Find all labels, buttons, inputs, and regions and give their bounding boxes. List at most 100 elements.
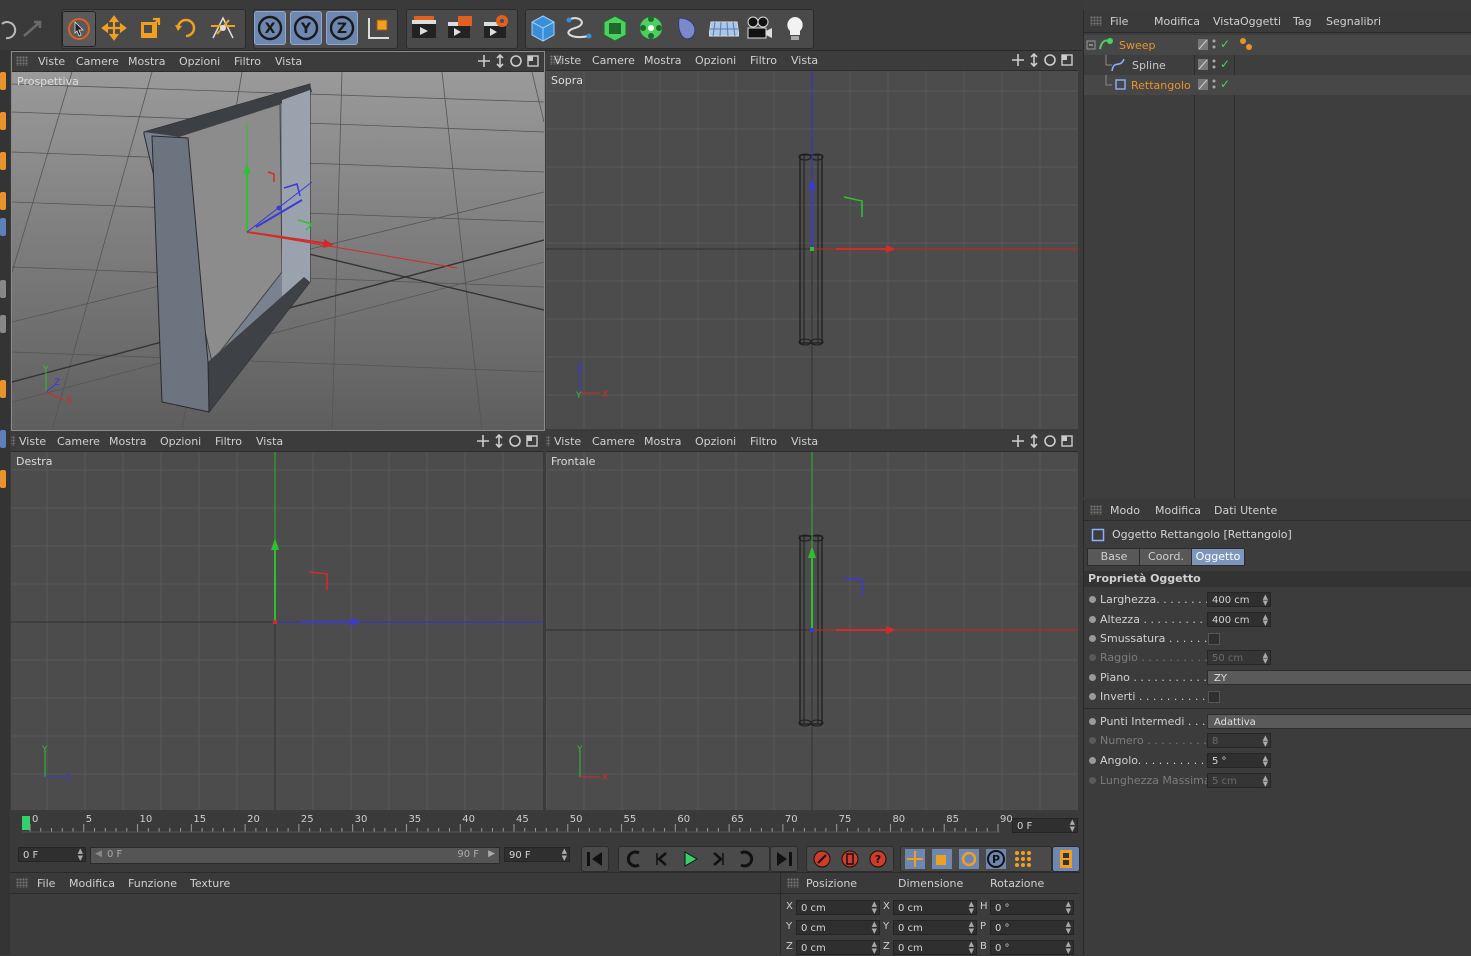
viewport-menu-item[interactable]: Vista bbox=[791, 54, 818, 67]
material-menu-item[interactable]: File bbox=[37, 877, 55, 890]
keyframe-selection-icon[interactable]: ? bbox=[868, 849, 888, 869]
object-name[interactable]: Sweep bbox=[1119, 39, 1156, 52]
position-field[interactable]: 0 cm ▲ ▼ bbox=[796, 940, 880, 955]
attribute-menu-item[interactable]: Modo bbox=[1110, 504, 1140, 517]
palette-tool-icon[interactable] bbox=[0, 152, 6, 170]
viewport-menu-item[interactable]: Viste bbox=[19, 435, 46, 448]
timeline[interactable]: 0 5 10 15 20 25 30 35 40 45 50 55 60 65 70 75 80 85 90 0 F… bbox=[10, 812, 1080, 842]
animation-dot-icon[interactable] bbox=[1089, 718, 1096, 725]
enabled-check-icon[interactable]: ✓ bbox=[1220, 77, 1230, 91]
object-name[interactable]: Rettangolo bbox=[1131, 79, 1191, 92]
animation-dot-icon[interactable] bbox=[1089, 757, 1096, 764]
cloner-icon[interactable] bbox=[634, 11, 666, 45]
spline-pen-icon[interactable] bbox=[562, 11, 594, 45]
palette-tool-icon[interactable] bbox=[0, 315, 6, 333]
recent-tools-icon[interactable] bbox=[206, 11, 238, 45]
property-input[interactable]: 400 cm ▲ ▼ bbox=[1207, 612, 1271, 627]
viewport-canvas[interactable]: Frontale Y X bbox=[546, 452, 1078, 810]
visibility-toggle-icon[interactable] bbox=[1197, 35, 1237, 55]
viewport-canvas[interactable]: Prospettiva Y X Z bbox=[12, 72, 544, 430]
key-scale-icon[interactable] bbox=[932, 849, 952, 869]
viewport-menu-item[interactable]: Viste bbox=[554, 435, 581, 448]
light-icon[interactable] bbox=[778, 11, 810, 45]
viewport-navigation-icon[interactable] bbox=[1012, 53, 1074, 67]
palette-tool-icon[interactable] bbox=[0, 72, 6, 90]
subdivision-surface-icon[interactable] bbox=[598, 11, 630, 45]
palette-tool-icon[interactable] bbox=[0, 430, 6, 448]
scale-icon[interactable] bbox=[134, 11, 166, 45]
viewport-menu-item[interactable]: Camere bbox=[76, 55, 119, 68]
viewport-menu-item[interactable]: Vista bbox=[791, 435, 818, 448]
viewport-menu-item[interactable]: Viste bbox=[38, 55, 65, 68]
key-position-icon[interactable] bbox=[905, 849, 925, 869]
viewport-menu-item[interactable]: Mostra bbox=[109, 435, 147, 448]
object-row-sweep[interactable]: Sweep ✓ bbox=[1084, 35, 1471, 55]
viewport-menu-item[interactable]: Camere bbox=[57, 435, 100, 448]
property-input[interactable]: 400 cm ▲ ▼ bbox=[1207, 592, 1271, 607]
move-icon[interactable] bbox=[98, 11, 130, 45]
position-field[interactable]: 0 cm ▲ ▼ bbox=[796, 920, 880, 935]
viewport-menu-item[interactable]: Viste bbox=[554, 54, 581, 67]
viewport-menu-item[interactable]: Opzioni bbox=[160, 435, 201, 448]
object-menu-item[interactable]: File bbox=[1110, 15, 1128, 28]
animation-dot-icon[interactable] bbox=[1089, 654, 1096, 661]
material-menu-item[interactable]: Modifica bbox=[69, 877, 115, 890]
viewport-menu-item[interactable]: Vista bbox=[275, 55, 302, 68]
viewport-canvas[interactable]: Sopra Z X Y bbox=[546, 71, 1078, 429]
play-icon[interactable] bbox=[680, 849, 700, 869]
dimension-field[interactable]: 0 cm ▲ ▼ bbox=[893, 900, 977, 915]
viewport-menu-item[interactable]: Filtro bbox=[750, 54, 777, 67]
viewport-menu-item[interactable]: Filtro bbox=[750, 435, 777, 448]
viewport-menu-item[interactable]: Mostra bbox=[644, 54, 682, 67]
next-frame-icon[interactable] bbox=[708, 849, 728, 869]
viewport-menu-item[interactable]: Filtro bbox=[234, 55, 261, 68]
property-dropdown[interactable]: ZY bbox=[1207, 670, 1471, 685]
viewport-top[interactable]: Viste Camere Mostra Opzioni Filtro Vista… bbox=[546, 51, 1078, 429]
animation-dot-icon[interactable] bbox=[1089, 596, 1096, 603]
key-rotation-icon[interactable] bbox=[959, 849, 979, 869]
rotation-field[interactable]: 0 ° ▲ ▼ bbox=[990, 940, 1074, 955]
viewport-navigation-icon[interactable] bbox=[478, 54, 540, 68]
rotation-field[interactable]: 0 ° ▲ ▼ bbox=[990, 900, 1074, 915]
viewport-right[interactable]: Viste Camere Mostra Opzioni Filtro Vista… bbox=[11, 432, 543, 810]
animation-dot-icon[interactable] bbox=[1089, 777, 1096, 784]
viewport-perspective[interactable]: Viste Camere Mostra Opzioni Filtro Vista… bbox=[11, 51, 545, 431]
palette-tool-icon[interactable] bbox=[0, 280, 6, 298]
viewport-menu-item[interactable]: Opzioni bbox=[695, 54, 736, 67]
next-key-icon[interactable] bbox=[736, 849, 756, 869]
object-menu-item[interactable]: Oggetti bbox=[1240, 15, 1281, 28]
viewport-navigation-icon[interactable] bbox=[477, 434, 539, 448]
end-frame-field[interactable]: 90 F ▲ ▼ bbox=[504, 847, 570, 862]
coordinate-system-icon[interactable] bbox=[362, 11, 394, 45]
key-parameter-icon[interactable]: P bbox=[986, 849, 1006, 869]
visibility-toggle-icon[interactable] bbox=[1197, 55, 1237, 75]
animation-dot-icon[interactable] bbox=[1089, 693, 1096, 700]
position-field[interactable]: 0 cm ▲ ▼ bbox=[796, 900, 880, 915]
viewport-menu-item[interactable]: Mostra bbox=[644, 435, 682, 448]
property-input[interactable]: 5 ° ▲ ▼ bbox=[1207, 753, 1271, 768]
render-settings-icon[interactable] bbox=[479, 11, 511, 45]
camera-icon[interactable] bbox=[742, 11, 774, 45]
tag-icon[interactable] bbox=[1237, 35, 1257, 55]
animation-dot-icon[interactable] bbox=[1089, 737, 1096, 744]
floor-environment-icon[interactable] bbox=[706, 11, 739, 45]
viewport-menu-item[interactable]: Vista bbox=[256, 435, 283, 448]
object-name[interactable]: Spline bbox=[1132, 59, 1166, 72]
property-checkbox[interactable] bbox=[1208, 691, 1220, 703]
go-to-start-button[interactable] bbox=[581, 846, 609, 872]
object-row-spline[interactable]: Spline ✓ bbox=[1084, 55, 1471, 75]
dimension-field[interactable]: 0 cm ▲ ▼ bbox=[893, 920, 977, 935]
range-slider[interactable]: ◀ 0 F 90 F ▶ bbox=[90, 847, 500, 864]
start-frame-field[interactable]: 0 F ▲ ▼ bbox=[18, 847, 86, 862]
object-menu-item[interactable]: Tag bbox=[1293, 15, 1312, 28]
rotate-icon[interactable] bbox=[170, 11, 202, 45]
viewport-menu-item[interactable]: Camere bbox=[592, 54, 635, 67]
rotation-field[interactable]: 0 ° ▲ ▼ bbox=[990, 920, 1074, 935]
viewport-canvas[interactable]: Destra Y Z bbox=[11, 452, 543, 810]
material-menu-item[interactable]: Texture bbox=[190, 877, 230, 890]
object-row-rettangolo[interactable]: Rettangolo ✓ bbox=[1084, 75, 1471, 95]
render-view-icon[interactable] bbox=[407, 11, 439, 45]
tab-coord[interactable]: Coord. bbox=[1139, 548, 1193, 566]
visibility-toggle-icon[interactable] bbox=[1197, 75, 1237, 95]
palette-tool-icon[interactable] bbox=[0, 192, 6, 210]
